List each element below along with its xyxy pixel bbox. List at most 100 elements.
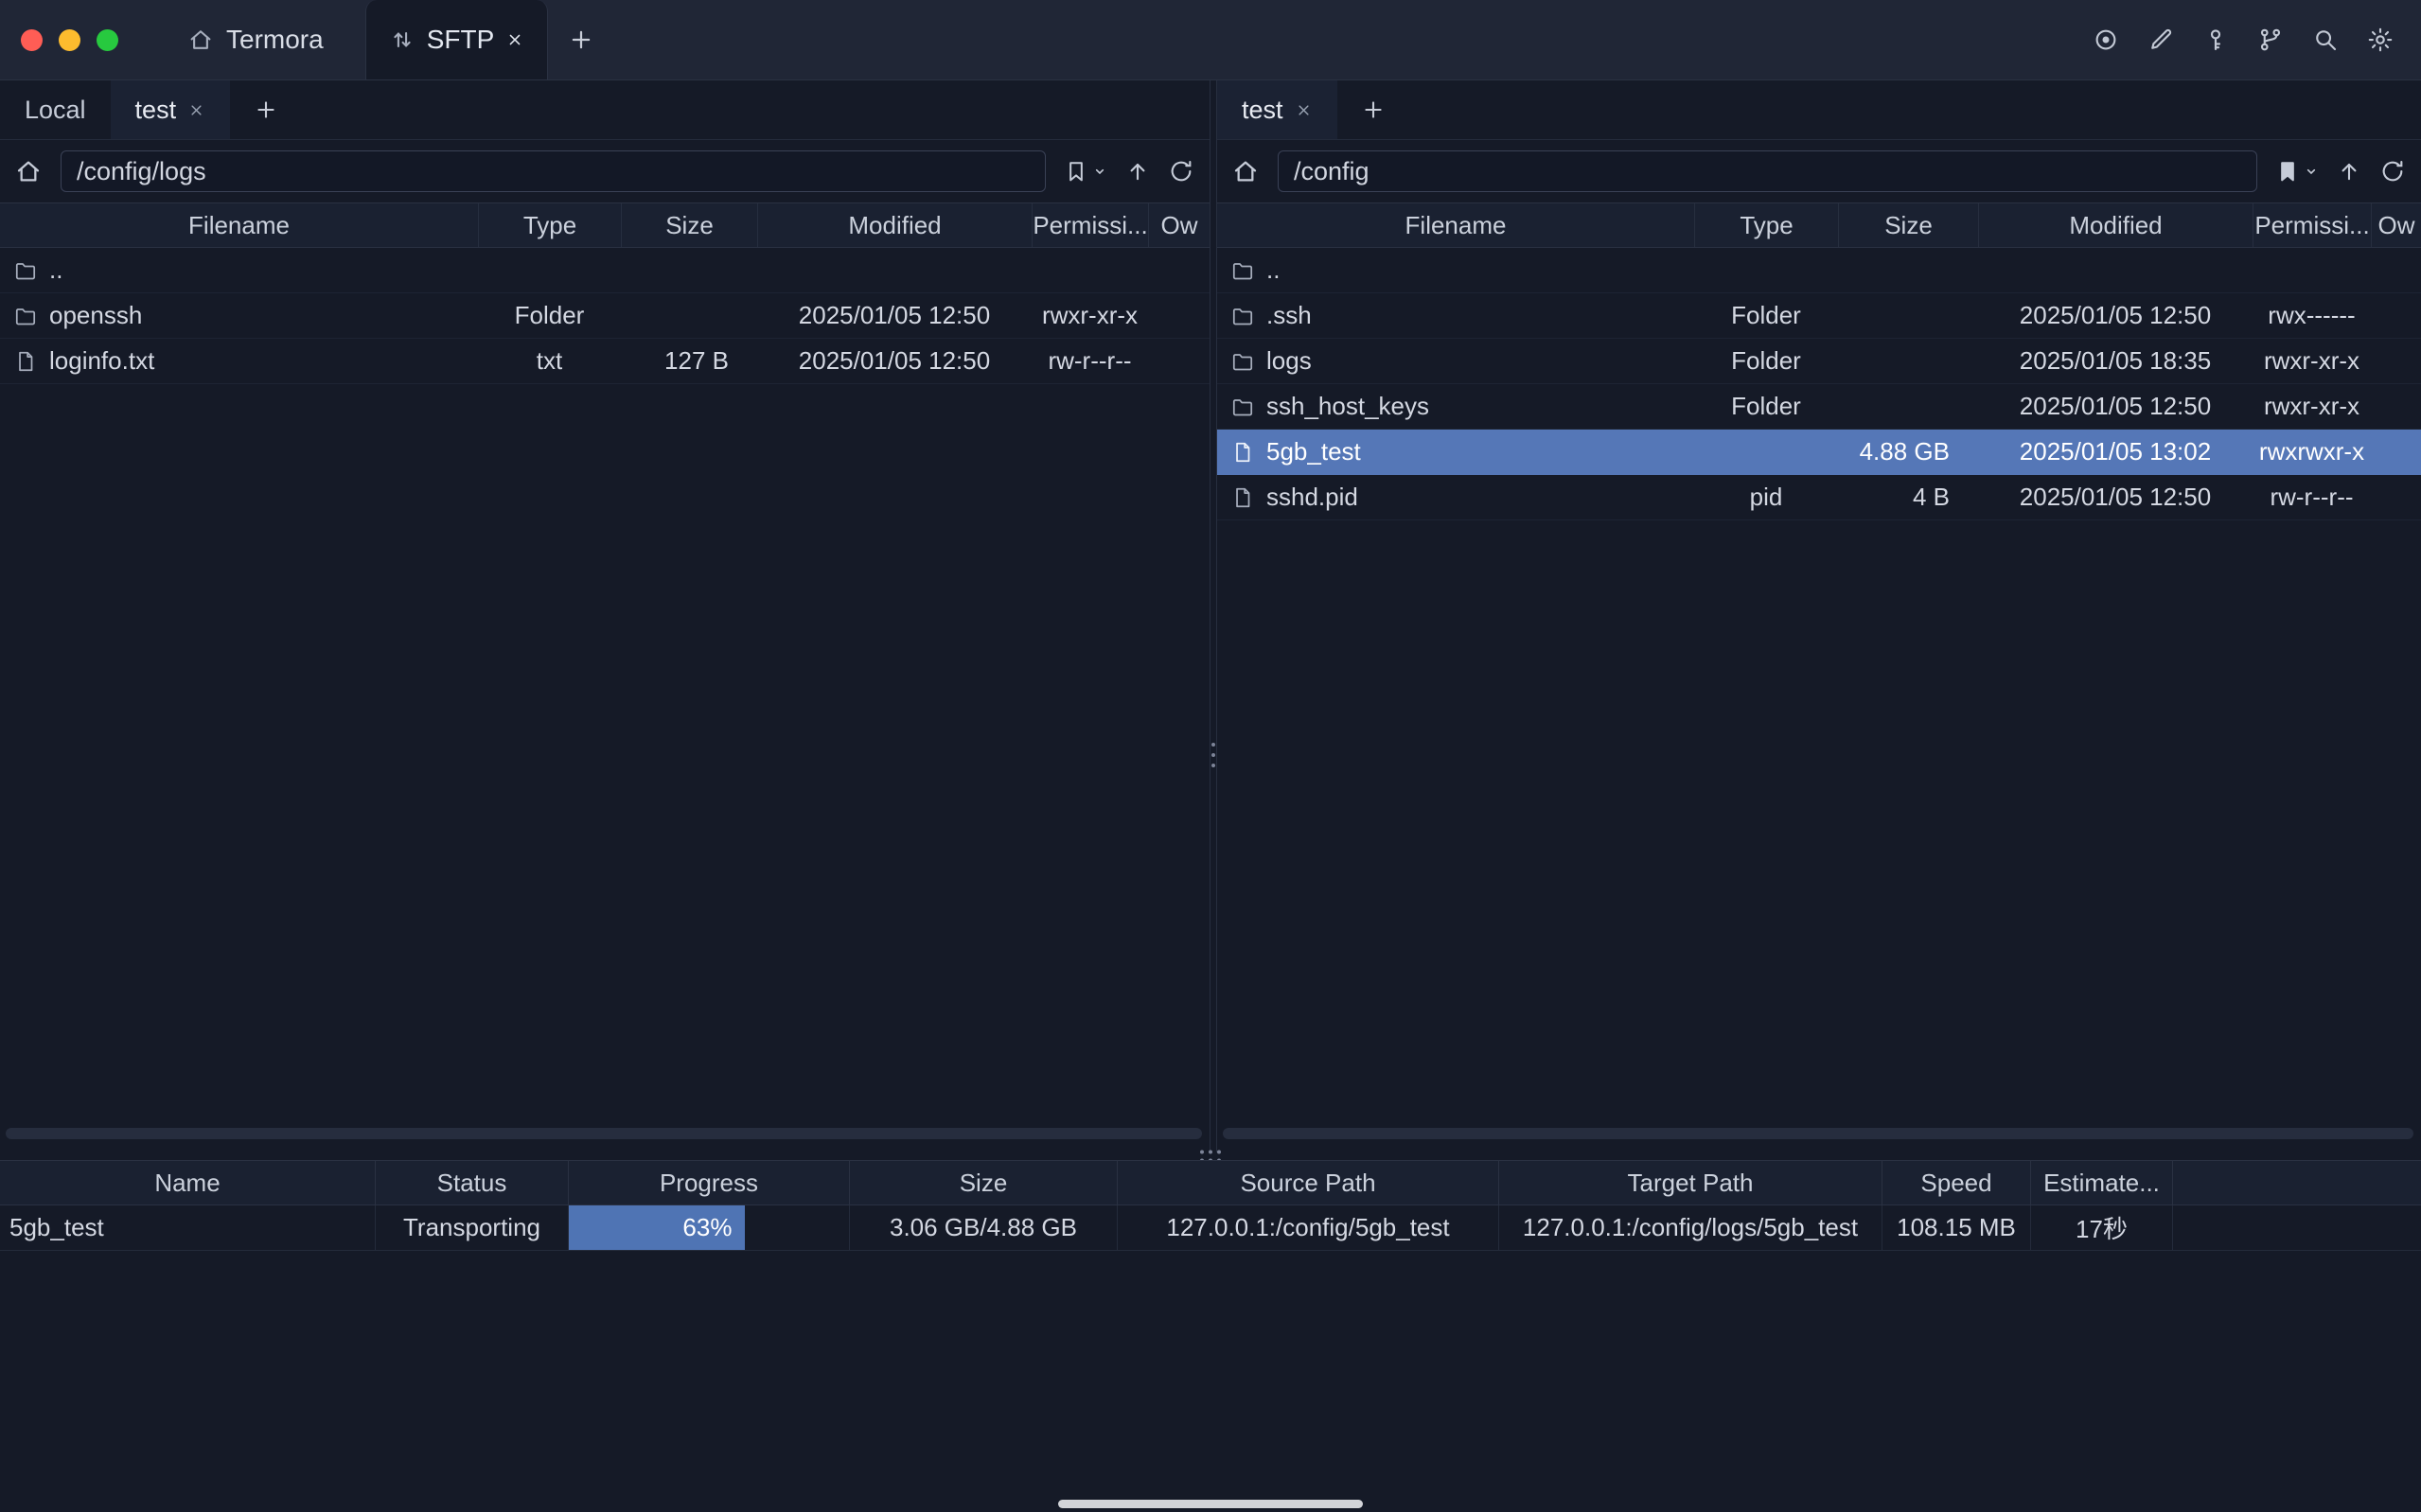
- edit-icon[interactable]: [2145, 24, 2177, 56]
- transfer-row[interactable]: 5gb_test Transporting 63% 3.06 GB/4.88 G…: [0, 1205, 2421, 1251]
- search-icon[interactable]: [2309, 24, 2341, 56]
- tab-sftp[interactable]: SFTP: [365, 0, 549, 79]
- column-header-permissions[interactable]: Permissi...: [1032, 203, 1148, 247]
- file-name: 5gb_test: [1266, 437, 1361, 466]
- file-icon: [1230, 485, 1255, 510]
- close-window-button[interactable]: [21, 29, 43, 51]
- close-icon[interactable]: [187, 101, 205, 119]
- column-header-name[interactable]: Name: [0, 1161, 375, 1204]
- transfer-panel-splitter[interactable]: [0, 1152, 2421, 1160]
- file-modified: [757, 248, 1032, 292]
- transfer-panel: Name Status Progress Size Source Path Ta…: [0, 1160, 2421, 1251]
- home-icon[interactable]: [13, 156, 44, 186]
- file-size: [621, 293, 757, 338]
- minimize-window-button[interactable]: [59, 29, 80, 51]
- column-header-target-path[interactable]: Target Path: [1498, 1161, 1882, 1204]
- add-pane-tab-button[interactable]: [1337, 80, 1409, 139]
- record-icon[interactable]: [2090, 24, 2122, 56]
- zoom-window-button[interactable]: [97, 29, 118, 51]
- table-row[interactable]: loginfo.txt txt 127 B 2025/01/05 12:50 r…: [0, 339, 1210, 384]
- column-header-owner[interactable]: Ow: [2371, 203, 2421, 247]
- column-header-size[interactable]: Size: [1838, 203, 1978, 247]
- transfer-horizontal-scrollbar[interactable]: [1058, 1500, 1363, 1508]
- table-row[interactable]: .ssh Folder 2025/01/05 12:50 rwx------: [1217, 293, 2421, 339]
- file-permissions: rwx------: [2253, 293, 2371, 338]
- column-header-filename[interactable]: Filename: [0, 203, 478, 247]
- file-name: sshd.pid: [1266, 483, 1358, 512]
- path-input[interactable]: [61, 150, 1046, 192]
- tab-test-label: test: [1242, 96, 1283, 125]
- tab-test-label: test: [135, 96, 177, 125]
- transfer-speed: 108.15 MB: [1882, 1205, 2030, 1250]
- table-row[interactable]: sshd.pid pid 4 B 2025/01/05 12:50 rw-r--…: [1217, 475, 2421, 520]
- sidebar-tab-test-remote[interactable]: test: [1217, 80, 1337, 139]
- column-header-size[interactable]: Size: [621, 203, 757, 247]
- right-pane-tabstrip: test: [1217, 80, 2421, 140]
- column-header-size[interactable]: Size: [849, 1161, 1117, 1204]
- file-size: [1838, 384, 1978, 429]
- horizontal-scrollbar[interactable]: [1223, 1128, 2413, 1139]
- sidebar-tab-local[interactable]: Local: [0, 80, 111, 139]
- file-owner: [2371, 475, 2421, 519]
- file-type: [1694, 430, 1838, 474]
- table-row[interactable]: openssh Folder 2025/01/05 12:50 rwxr-xr-…: [0, 293, 1210, 339]
- settings-icon[interactable]: [2364, 24, 2396, 56]
- left-pane: Local test: [0, 80, 1210, 1152]
- parent-directory-button[interactable]: [1124, 158, 1151, 185]
- refresh-button[interactable]: [1168, 158, 1194, 185]
- column-header-filename[interactable]: Filename: [1217, 203, 1694, 247]
- column-header-estimate[interactable]: Estimate...: [2030, 1161, 2172, 1204]
- horizontal-scrollbar[interactable]: [6, 1128, 1202, 1139]
- file-permissions: rw-r--r--: [2253, 475, 2371, 519]
- transfer-progress-cell: 63%: [568, 1205, 849, 1250]
- column-header-status[interactable]: Status: [375, 1161, 568, 1204]
- column-header-modified[interactable]: Modified: [757, 203, 1032, 247]
- bookmark-button[interactable]: [1063, 158, 1107, 185]
- column-header-type[interactable]: Type: [478, 203, 621, 247]
- home-icon[interactable]: [1230, 156, 1261, 186]
- column-header-filler: [2172, 1161, 2421, 1204]
- column-header-modified[interactable]: Modified: [1978, 203, 2253, 247]
- parent-directory-button[interactable]: [2336, 158, 2362, 185]
- file-modified: 2025/01/05 12:50: [1978, 475, 2253, 519]
- column-header-source-path[interactable]: Source Path: [1117, 1161, 1498, 1204]
- tab-termora-label: Termora: [226, 25, 324, 55]
- path-input[interactable]: [1278, 150, 2257, 192]
- table-row-selected[interactable]: 5gb_test 4.88 GB 2025/01/05 13:02 rwxrwx…: [1217, 430, 2421, 475]
- table-row[interactable]: ssh_host_keys Folder 2025/01/05 12:50 rw…: [1217, 384, 2421, 430]
- file-name: openssh: [49, 301, 142, 330]
- column-header-speed[interactable]: Speed: [1882, 1161, 2030, 1204]
- file-name: logs: [1266, 346, 1312, 376]
- file-modified: [1978, 248, 2253, 292]
- branch-icon[interactable]: [2254, 24, 2287, 56]
- file-name: ..: [1266, 255, 1280, 285]
- file-modified: 2025/01/05 18:35: [1978, 339, 2253, 383]
- transfer-filler: [2172, 1205, 2421, 1250]
- add-pane-tab-button[interactable]: [230, 80, 302, 139]
- table-row[interactable]: logs Folder 2025/01/05 18:35 rwxr-xr-x: [1217, 339, 2421, 384]
- file-size: 4.88 GB: [1838, 430, 1978, 474]
- new-tab-button[interactable]: [567, 26, 595, 54]
- table-row[interactable]: ..: [1217, 248, 2421, 293]
- file-permissions: [2253, 248, 2371, 292]
- transfer-size: 3.06 GB/4.88 GB: [849, 1205, 1117, 1250]
- file-modified: 2025/01/05 12:50: [757, 339, 1032, 383]
- key-icon[interactable]: [2200, 24, 2232, 56]
- column-header-type[interactable]: Type: [1694, 203, 1838, 247]
- tab-termora[interactable]: Termora: [177, 0, 333, 79]
- sidebar-tab-test[interactable]: test: [111, 80, 231, 139]
- table-row[interactable]: ..: [0, 248, 1210, 293]
- close-icon[interactable]: [505, 30, 524, 49]
- titlebar-actions: [2090, 24, 2396, 56]
- close-icon[interactable]: [1295, 101, 1313, 119]
- left-pathbar: [0, 140, 1210, 202]
- bookmark-button[interactable]: [2274, 158, 2319, 185]
- refresh-button[interactable]: [2379, 158, 2406, 185]
- column-header-owner[interactable]: Ow: [1148, 203, 1210, 247]
- transfer-table-header: Name Status Progress Size Source Path Ta…: [0, 1160, 2421, 1205]
- column-header-progress[interactable]: Progress: [568, 1161, 849, 1204]
- transfer-name: 5gb_test: [0, 1205, 375, 1250]
- file-permissions: rwxrwxr-x: [2253, 430, 2371, 474]
- right-pathbar: [1217, 140, 2421, 202]
- column-header-permissions[interactable]: Permissi...: [2253, 203, 2371, 247]
